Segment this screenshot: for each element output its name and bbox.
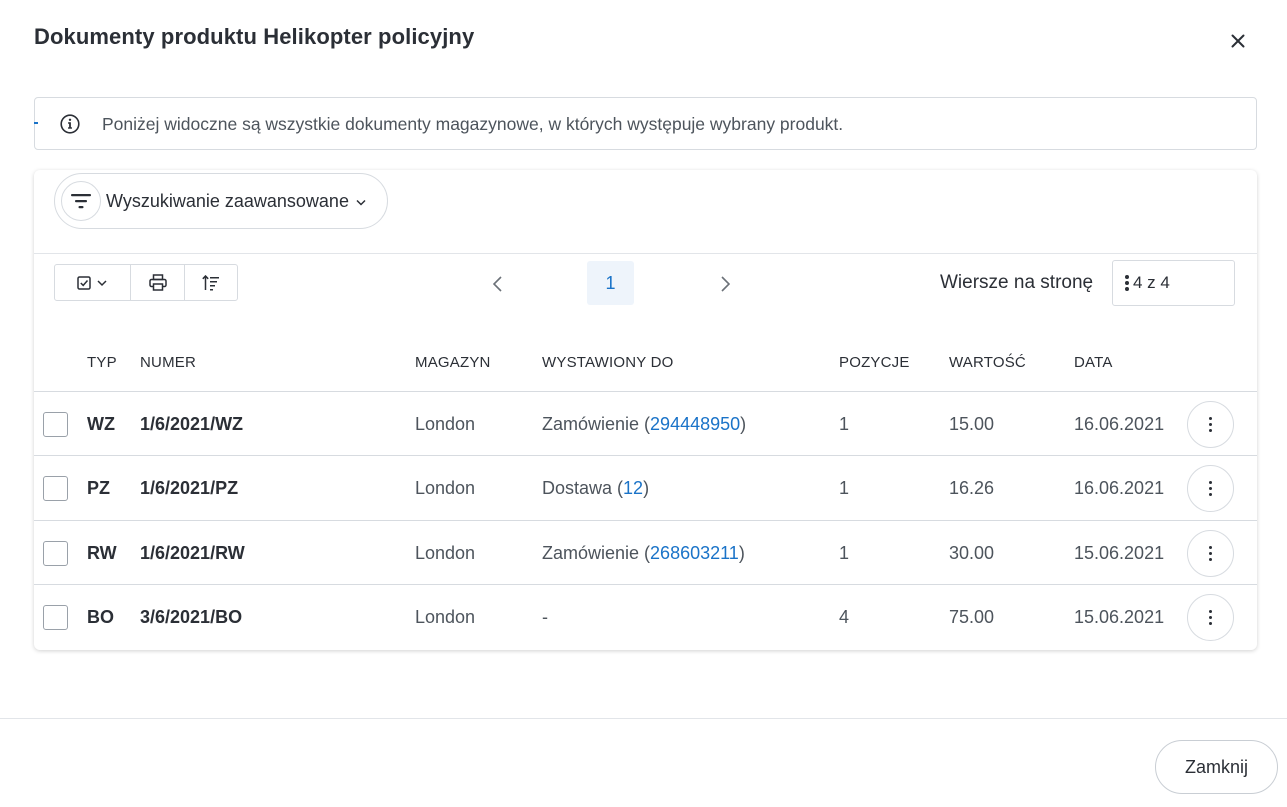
issued-prefix: Dostawa (: [542, 478, 624, 498]
issued-prefix: Zamówienie (: [542, 414, 651, 434]
cell-issued-to: Zamówienie (294448950): [542, 414, 746, 435]
info-icon: [60, 114, 80, 134]
info-text: Poniżej widoczne są wszystkie dokumenty …: [102, 114, 844, 134]
filter-icon: [61, 181, 101, 221]
more-vertical-icon: [1208, 609, 1213, 626]
sort-icon: [202, 274, 219, 290]
cell-type: PZ: [87, 478, 111, 498]
column-header-date[interactable]: DATA: [1074, 354, 1113, 371]
pagination-page-current[interactable]: 1: [587, 261, 634, 305]
advanced-search-button[interactable]: Wyszukiwanie zaawansowane: [54, 173, 388, 229]
close-button[interactable]: Zamknij: [1155, 740, 1278, 794]
table-row[interactable]: WZ 1/6/2021/WZ London Zamówienie (294448…: [34, 391, 1257, 456]
more-vertical-icon: [1208, 416, 1213, 433]
rows-per-page-select[interactable]: 4 z 4: [1112, 260, 1235, 306]
cell-number: 1/6/2021/WZ: [140, 414, 244, 434]
cell-positions: 1: [839, 543, 850, 563]
cell-positions: 4: [839, 607, 850, 627]
cell-date: 16.06.2021: [1074, 414, 1165, 434]
cell-value: 15.00: [949, 414, 995, 434]
row-more-button[interactable]: [1187, 594, 1234, 641]
cell-issued-to: Dostawa (12): [542, 478, 649, 499]
table-row[interactable]: BO 3/6/2021/BO London - 4 75.00 15.06.20…: [34, 584, 1257, 649]
issued-suffix: ): [740, 414, 747, 434]
cell-issued-to: Zamówienie (268603211): [542, 543, 745, 564]
cell-date: 15.06.2021: [1074, 543, 1165, 563]
chevron-right-icon: [720, 276, 730, 292]
row-more-button[interactable]: [1187, 401, 1234, 448]
cell-number: 3/6/2021/BO: [140, 607, 243, 627]
column-header-issued-to[interactable]: WYSTAWIONY DO: [542, 354, 674, 371]
issued-link[interactable]: 268603211: [650, 543, 739, 563]
advanced-search-label: Wyszukiwanie zaawansowane: [106, 190, 349, 211]
cell-number: 1/6/2021/RW: [140, 543, 245, 563]
cell-issued-to: -: [542, 607, 548, 628]
column-header-type[interactable]: TYP: [87, 354, 117, 371]
sort-button[interactable]: [185, 265, 237, 300]
more-vertical-icon: [1208, 545, 1213, 562]
rows-per-page-label: Wiersze na stronę: [940, 272, 1094, 293]
column-header-value[interactable]: WARTOŚĆ: [949, 354, 1026, 371]
row-more-button[interactable]: [1187, 465, 1234, 512]
cell-type: BO: [87, 607, 114, 627]
rows-per-page-value: 4 z 4: [1133, 273, 1170, 292]
toolbar: [54, 264, 238, 301]
cell-type: RW: [87, 543, 117, 563]
table-row[interactable]: RW 1/6/2021/RW London Zamówienie (268603…: [34, 520, 1257, 585]
row-checkbox[interactable]: [43, 476, 68, 501]
row-checkbox[interactable]: [43, 412, 68, 437]
footer-divider: [0, 718, 1287, 719]
cell-number: 1/6/2021/PZ: [140, 478, 239, 498]
info-box: Poniżej widoczne są wszystkie dokumenty …: [34, 97, 1257, 150]
modal-title: Dokumenty produktu Helikopter policyjny: [34, 24, 475, 49]
cell-positions: 1: [839, 414, 850, 434]
cell-type: WZ: [87, 414, 115, 434]
issued-link[interactable]: 294448950: [650, 414, 740, 434]
column-header-number[interactable]: NUMER: [140, 354, 196, 371]
issued-link[interactable]: 12: [623, 478, 643, 498]
divider: [34, 253, 1257, 254]
cell-value: 16.26: [949, 478, 995, 498]
column-header-positions[interactable]: POZYCJE: [839, 354, 910, 371]
cell-warehouse: London: [415, 478, 476, 498]
chevron-left-icon: [492, 276, 502, 292]
kebab-icon: [1125, 275, 1129, 291]
row-checkbox[interactable]: [43, 541, 68, 566]
select-dropdown-button[interactable]: [55, 265, 131, 300]
print-button[interactable]: [131, 265, 185, 300]
chevron-down-icon: [356, 199, 366, 206]
column-header-warehouse[interactable]: MAGAZYN: [415, 354, 491, 371]
table-row[interactable]: PZ 1/6/2021/PZ London Dostawa (12) 1 16.…: [34, 455, 1257, 520]
issued-suffix: ): [643, 478, 650, 498]
cell-positions: 1: [839, 478, 850, 498]
cell-date: 16.06.2021: [1074, 478, 1165, 498]
info-accent: [34, 122, 38, 124]
cell-warehouse: London: [415, 543, 476, 563]
cell-value: 75.00: [949, 607, 995, 627]
cell-warehouse: London: [415, 607, 476, 627]
cell-warehouse: London: [415, 414, 476, 434]
issued-prefix: Zamówienie (: [542, 543, 651, 563]
cell-value: 30.00: [949, 543, 995, 563]
checkbox-select-icon: [76, 275, 107, 290]
documents-card: Wyszukiwanie zaawansowane 1 Wiersze na s…: [34, 170, 1257, 650]
issued-prefix: -: [542, 607, 548, 627]
pagination-prev-button[interactable]: [486, 272, 508, 296]
pagination-next-button[interactable]: [714, 272, 736, 296]
close-icon[interactable]: [1226, 29, 1250, 53]
cell-date: 15.06.2021: [1074, 607, 1165, 627]
row-more-button[interactable]: [1187, 530, 1234, 577]
more-vertical-icon: [1208, 480, 1213, 497]
row-checkbox[interactable]: [43, 605, 68, 630]
print-icon: [148, 274, 167, 291]
issued-suffix: ): [738, 543, 745, 563]
